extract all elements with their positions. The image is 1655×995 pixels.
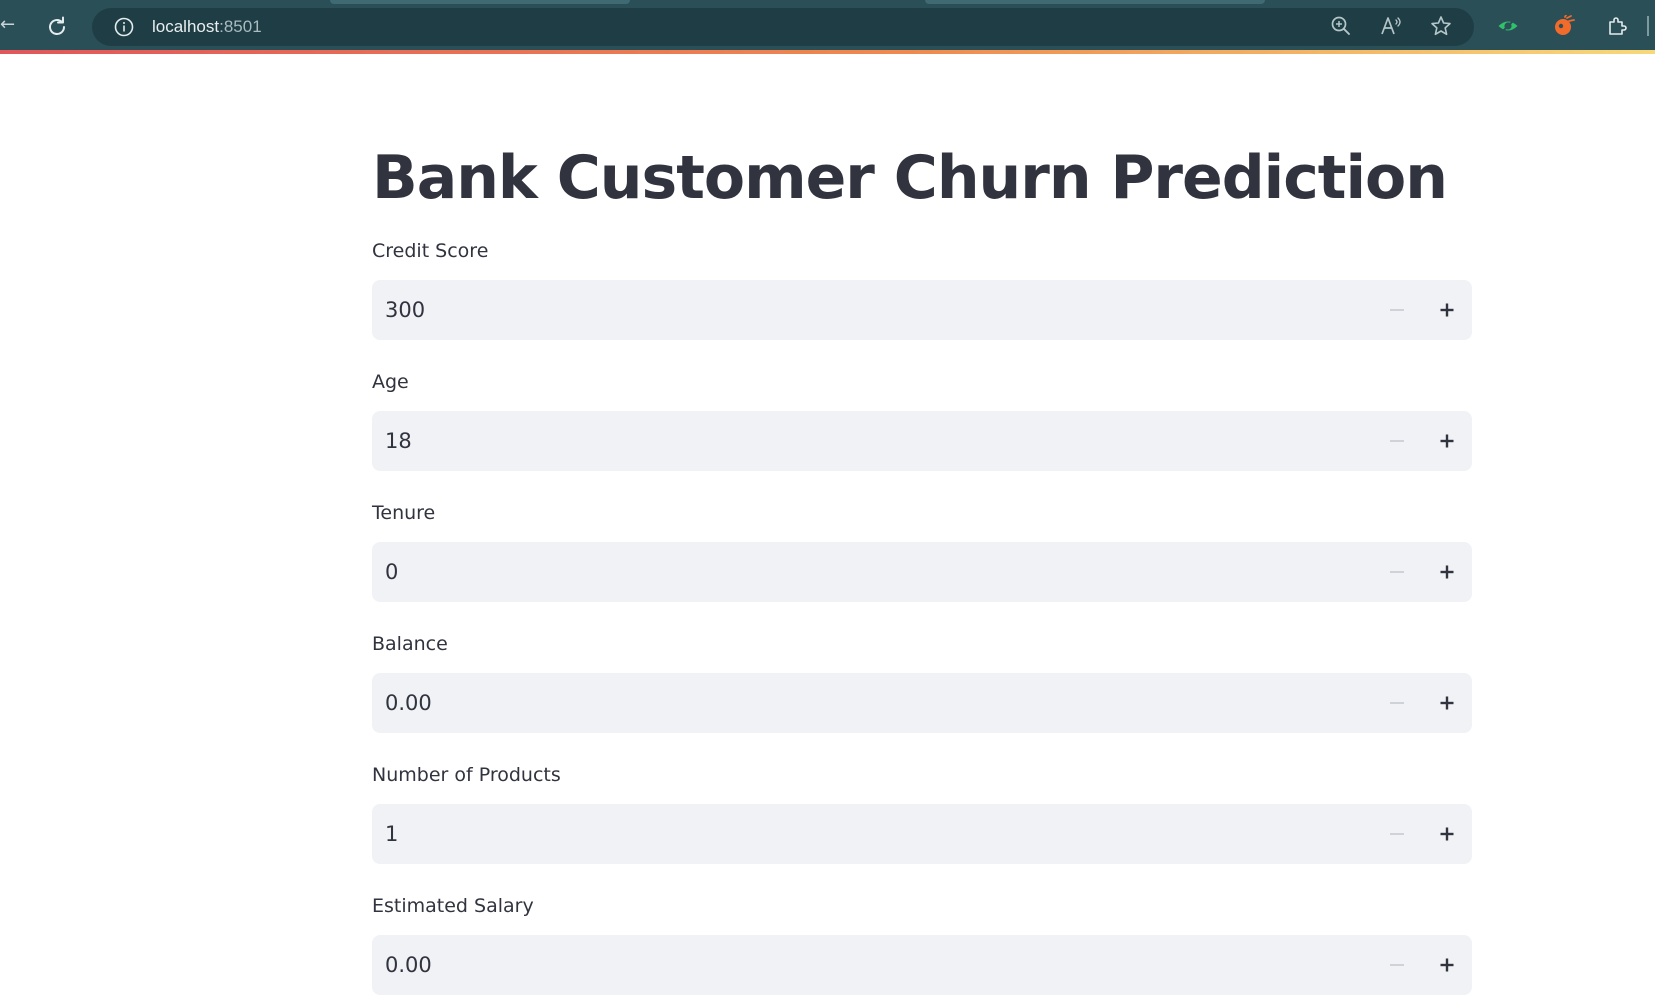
url-text[interactable]: localhost:8501 [152,16,262,38]
balance-field: Balance [372,629,1472,733]
age-label: Age [372,371,409,393]
number-of-products-increment-button[interactable] [1422,804,1472,864]
tab-strip-hint [330,0,630,4]
estimated-salary-increment-button[interactable] [1422,935,1472,995]
credit-score-increment-button[interactable] [1422,280,1472,340]
plus-icon [1440,696,1454,710]
age-input-container [372,411,1472,471]
app-main: Bank Customer Churn Prediction Credit Sc… [0,54,1655,995]
balance-input[interactable] [372,673,1352,733]
balance-input-container [372,673,1472,733]
minus-icon [1390,833,1404,835]
estimated-salary-input-container [372,935,1472,995]
extensions-puzzle-icon[interactable] [1606,15,1628,37]
number-of-products-label: Number of Products [372,764,561,786]
tenure-label: Tenure [372,502,436,524]
age-field: Age [372,367,1472,471]
tenure-increment-button[interactable] [1422,542,1472,602]
estimated-salary-label: Estimated Salary [372,895,534,917]
minus-icon [1390,571,1404,573]
estimated-salary-decrement-button[interactable] [1372,935,1422,995]
eye-extension-icon[interactable] [1497,15,1519,37]
balance-decrement-button[interactable] [1372,673,1422,733]
tenure-field: Tenure [372,498,1472,602]
credit-score-field: Credit Score [372,236,1472,340]
credit-score-label: Credit Score [372,240,489,262]
minus-icon [1390,309,1404,311]
estimated-salary-input[interactable] [372,935,1352,995]
tab-strip-hint [925,0,1265,4]
age-increment-button[interactable] [1422,411,1472,471]
toolbar-divider [1647,16,1649,36]
tenure-input[interactable] [372,542,1352,602]
favorite-star-icon[interactable] [1430,15,1452,37]
address-bar[interactable]: localhost:8501 [92,8,1474,46]
page-title: Bank Customer Churn Prediction [372,143,1448,213]
age-input[interactable] [372,411,1352,471]
zoom-icon[interactable] [1330,15,1352,37]
orange-extension-icon[interactable] [1553,14,1575,37]
plus-icon [1440,827,1454,841]
plus-icon [1440,303,1454,317]
minus-icon [1390,702,1404,704]
number-of-products-input-container [372,804,1472,864]
reload-icon[interactable] [44,14,70,40]
credit-score-input[interactable] [372,280,1352,340]
number-of-products-input[interactable] [372,804,1352,864]
browser-toolbar: ← localhost:8501 [0,0,1655,50]
site-info-icon[interactable] [114,17,134,37]
plus-icon [1440,958,1454,972]
read-aloud-icon[interactable] [1380,15,1402,37]
plus-icon [1440,434,1454,448]
minus-icon [1390,964,1404,966]
number-of-products-decrement-button[interactable] [1372,804,1422,864]
number-of-products-field: Number of Products [372,760,1472,864]
minus-icon [1390,440,1404,442]
balance-increment-button[interactable] [1422,673,1472,733]
tenure-input-container [372,542,1472,602]
url-port: :8501 [219,17,262,36]
back-icon[interactable]: ← [0,14,15,36]
plus-icon [1440,565,1454,579]
estimated-salary-field: Estimated Salary [372,891,1472,995]
balance-label: Balance [372,633,448,655]
url-host: localhost [152,17,220,36]
age-decrement-button[interactable] [1372,411,1422,471]
credit-score-decrement-button[interactable] [1372,280,1422,340]
tenure-decrement-button[interactable] [1372,542,1422,602]
credit-score-input-container [372,280,1472,340]
